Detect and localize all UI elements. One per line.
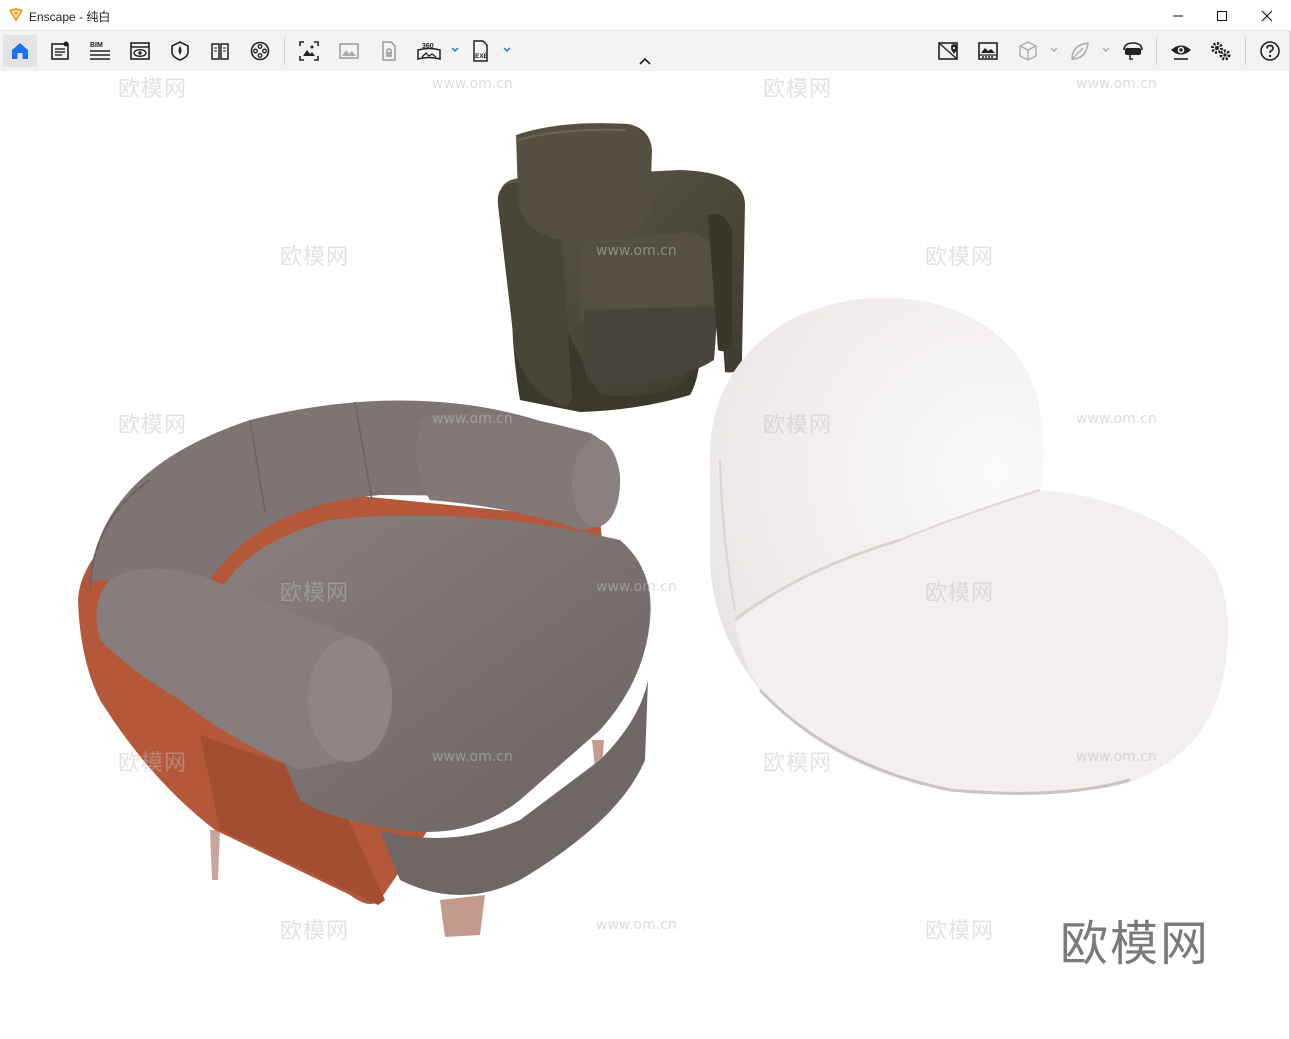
title-bar: Enscape - 纯白 <box>0 0 1291 31</box>
watermark: 欧模网 <box>118 413 188 438</box>
watermark-url: www.om.cn <box>596 243 677 259</box>
leaf-dropdown-chevron-icon[interactable] <box>1101 45 1111 55</box>
lock-file-icon <box>382 41 396 61</box>
map-pin-icon <box>938 42 958 60</box>
video-editor-button[interactable] <box>243 35 277 67</box>
watermark: 欧模网 <box>280 245 350 270</box>
watermark-url: www.om.cn <box>596 917 677 933</box>
watermark-url: www.om.cn <box>596 579 677 595</box>
batch-render-button[interactable] <box>332 35 366 67</box>
panorama-dropdown-chevron-icon[interactable] <box>450 45 460 55</box>
watermark: 欧模网 <box>763 413 833 438</box>
toolbar-separator <box>284 37 285 65</box>
screenshot-button[interactable] <box>292 35 326 67</box>
film-reel-icon <box>250 41 270 61</box>
vr-button[interactable] <box>1116 35 1150 67</box>
leaf-icon <box>1071 42 1089 60</box>
panorama-button[interactable]: 360 <box>412 35 446 67</box>
brand-logo-text: 欧模网 <box>1060 916 1211 972</box>
help-icon <box>1260 41 1280 61</box>
app-name: Enscape <box>29 10 76 24</box>
general-settings-button[interactable] <box>1204 35 1238 67</box>
scene-render <box>78 123 1228 937</box>
toolbar-separator <box>1245 37 1246 65</box>
watermark: 欧模网 <box>763 77 833 102</box>
exe-export-button[interactable]: EXE <box>464 35 498 67</box>
settings-gears-icon <box>1211 42 1231 61</box>
title-separator: - <box>75 10 87 24</box>
maximize-icon <box>1217 10 1227 21</box>
watermark: 欧模网 <box>925 919 995 944</box>
window-title: Enscape - 纯白 <box>29 8 110 25</box>
watermark: 欧模网 <box>118 751 188 776</box>
home-button[interactable] <box>3 35 37 67</box>
watermark: 欧模网 <box>925 245 995 270</box>
watermark-url: www.om.cn <box>432 76 513 92</box>
watermark-url: www.om.cn <box>432 749 513 765</box>
map-button[interactable] <box>931 35 965 67</box>
lounge-chair-white[interactable] <box>709 297 1228 795</box>
material-editor-button[interactable] <box>203 35 237 67</box>
watermark: 欧模网 <box>280 581 350 606</box>
enscape-logo-icon <box>9 8 23 22</box>
exe-dropdown-chevron-icon[interactable] <box>502 45 512 55</box>
cube-dropdown-chevron-icon[interactable] <box>1049 45 1059 55</box>
upload-button[interactable] <box>372 35 406 67</box>
armchair-grey-velvet[interactable] <box>78 400 651 937</box>
minimize-icon <box>1173 15 1183 16</box>
panorama-360-icon: 360 <box>417 43 441 60</box>
image-icon <box>339 43 359 59</box>
toolbar-separator <box>1156 37 1157 65</box>
document-icon <box>51 41 69 60</box>
visual-settings-eye-icon <box>1171 45 1191 60</box>
watermark: 欧模网 <box>280 919 350 944</box>
view-management-button[interactable] <box>123 35 157 67</box>
bim-button[interactable]: BIM <box>83 35 117 67</box>
maximize-button[interactable] <box>1199 0 1245 31</box>
watermark-url: www.om.cn <box>432 411 513 427</box>
bim-label: BIM <box>90 42 103 49</box>
shield-icon <box>171 41 189 61</box>
home-icon <box>12 43 28 59</box>
vr-headset-icon <box>1123 42 1143 60</box>
watermark-url: www.om.cn <box>1076 749 1157 765</box>
cube-icon <box>1019 41 1037 61</box>
view-name: 纯白 <box>86 10 111 24</box>
watermark-url: www.om.cn <box>1076 76 1157 92</box>
book-icon <box>211 43 229 60</box>
render-viewport[interactable]: 欧模网 www.om.cn 欧模网 www.om.cn 欧模网 www.om.c… <box>0 71 1291 1039</box>
watermark-url: www.om.cn <box>1076 411 1157 427</box>
visual-settings-button[interactable] <box>1164 35 1198 67</box>
chevron-up-icon[interactable] <box>637 56 653 68</box>
document-button[interactable] <box>43 35 77 67</box>
close-icon <box>1261 10 1273 21</box>
view-eye-icon <box>130 42 150 60</box>
minimize-button[interactable] <box>1155 0 1201 31</box>
armchair-dark-leather[interactable] <box>497 123 745 412</box>
gallery-button[interactable] <box>971 35 1005 67</box>
watermark: 欧模网 <box>925 581 995 606</box>
exe-export-icon: EXE <box>473 40 489 62</box>
help-button[interactable] <box>1253 35 1287 67</box>
foliage-button[interactable] <box>1063 35 1097 67</box>
sketch-mode-button[interactable] <box>1011 35 1045 67</box>
screenshot-icon <box>299 41 319 61</box>
gallery-icon <box>978 42 998 60</box>
bim-icon: BIM <box>90 42 110 60</box>
close-button[interactable] <box>1244 0 1290 31</box>
watermark: 欧模网 <box>763 751 833 776</box>
asset-library-button[interactable] <box>163 35 197 67</box>
watermark: 欧模网 <box>118 77 188 102</box>
exe-label: EXE <box>475 53 489 60</box>
enscape-toolbar: BIM 360 EXE <box>0 31 1291 71</box>
